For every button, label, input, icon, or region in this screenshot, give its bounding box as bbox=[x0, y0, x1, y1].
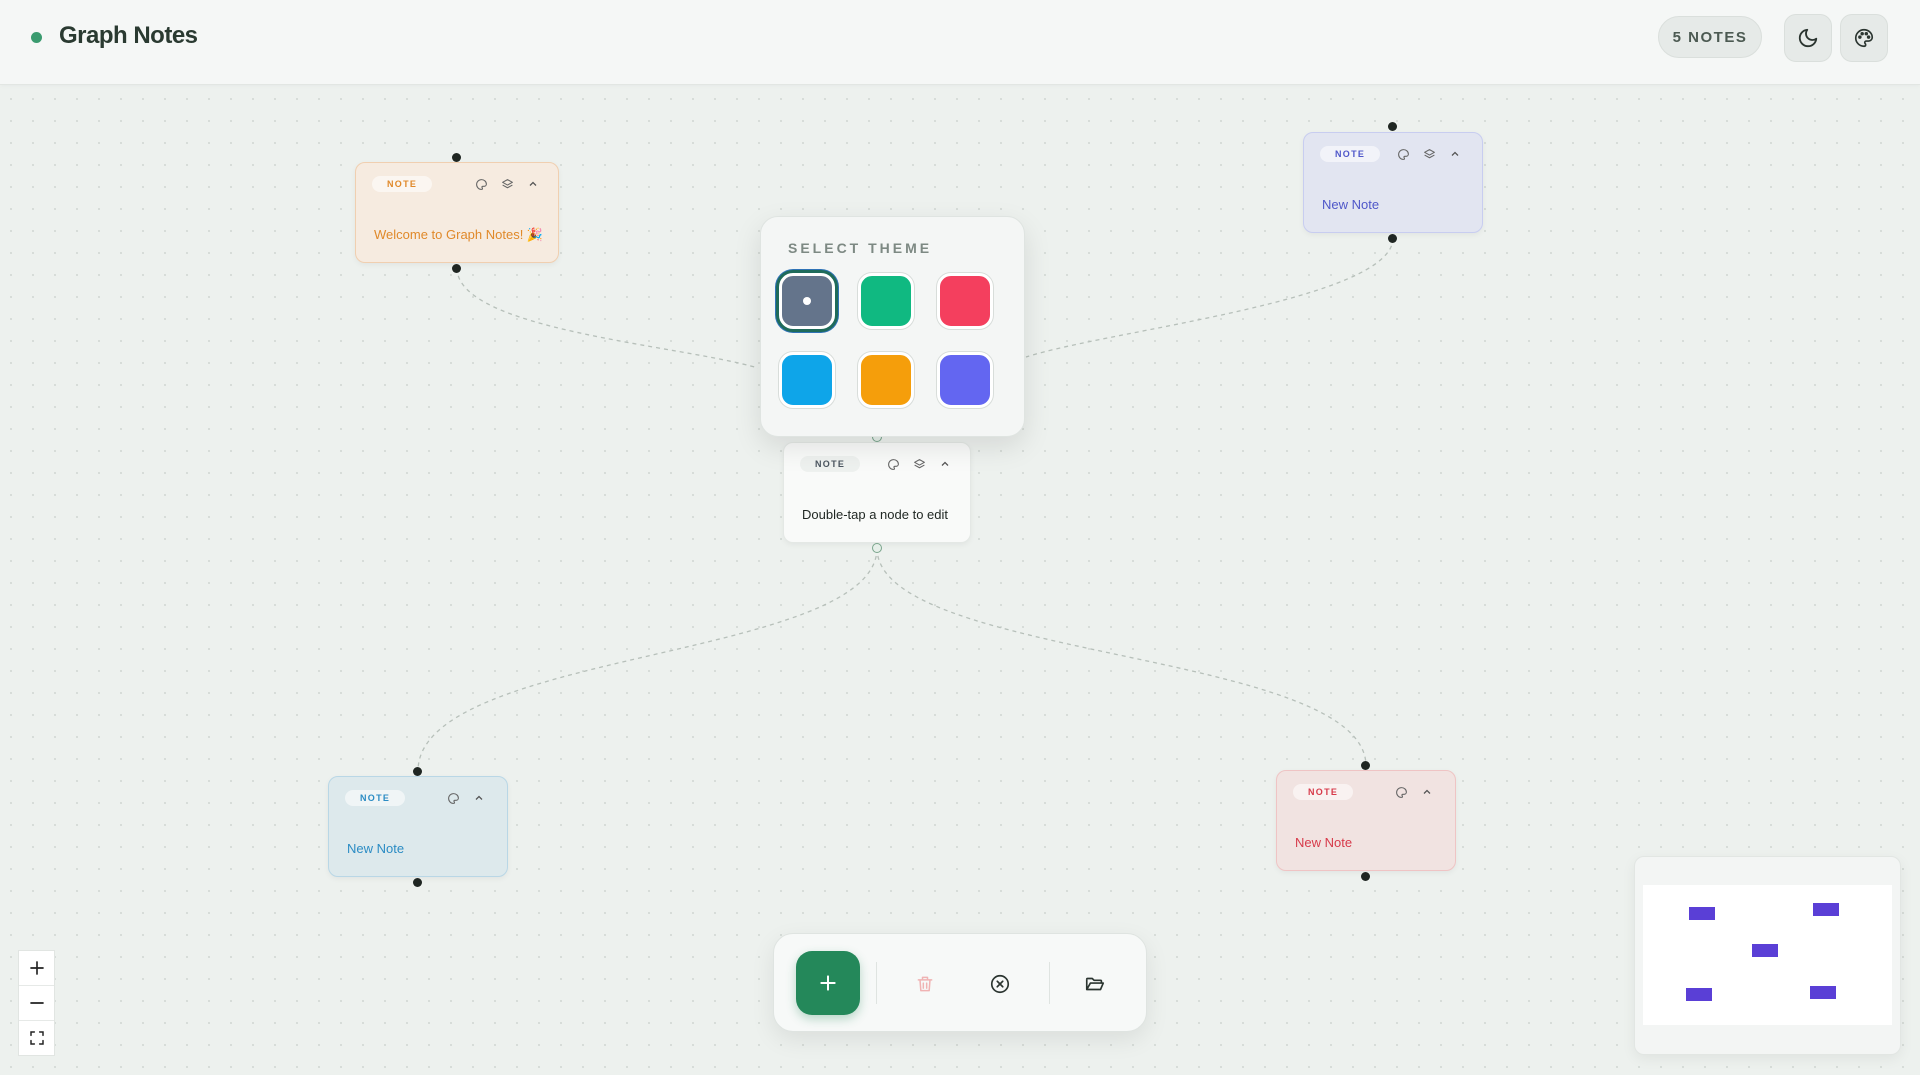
theme-swatch-emerald[interactable] bbox=[858, 273, 914, 329]
theme-picker-popover: SELECT THEME bbox=[760, 216, 1025, 437]
selected-indicator bbox=[803, 297, 811, 305]
chevron-up-icon[interactable] bbox=[525, 176, 541, 192]
bottom-toolbar bbox=[773, 933, 1147, 1032]
zoom-out-button[interactable] bbox=[19, 986, 54, 1021]
minimap-node bbox=[1686, 988, 1712, 1001]
fit-view-button[interactable] bbox=[19, 1021, 54, 1055]
layers-icon[interactable] bbox=[499, 176, 515, 192]
note-badge: NOTE bbox=[800, 456, 861, 472]
minimap-node bbox=[1813, 903, 1839, 916]
theme-swatch-amber[interactable] bbox=[858, 352, 914, 408]
clear-selection-button[interactable] bbox=[982, 966, 1018, 1002]
edge-center-bottomleft bbox=[417, 547, 878, 772]
chevron-up-icon[interactable] bbox=[1419, 784, 1435, 800]
add-note-button[interactable] bbox=[796, 951, 860, 1015]
palette-icon[interactable] bbox=[885, 456, 901, 472]
note-text: New Note bbox=[1322, 197, 1380, 212]
minus-icon bbox=[29, 1002, 44, 1004]
dark-mode-button[interactable] bbox=[1784, 14, 1832, 62]
chevron-up-icon[interactable] bbox=[1447, 146, 1463, 162]
x-circle-icon bbox=[990, 974, 1010, 994]
palette-icon[interactable] bbox=[1393, 784, 1409, 800]
note-text: New Note bbox=[347, 841, 405, 856]
note-badge: NOTE bbox=[1293, 784, 1354, 800]
palette-icon bbox=[1855, 28, 1874, 48]
connection-handle[interactable] bbox=[1388, 234, 1397, 243]
edge-welcome-center bbox=[456, 267, 759, 369]
delete-button[interactable] bbox=[907, 966, 943, 1002]
minimap-node bbox=[1810, 986, 1836, 999]
open-file-button[interactable] bbox=[1077, 966, 1113, 1002]
note-top-right[interactable]: NOTE New Note bbox=[1303, 132, 1483, 233]
connection-handle[interactable] bbox=[1361, 761, 1370, 770]
chevron-up-icon[interactable] bbox=[937, 456, 953, 472]
minimap-node bbox=[1689, 907, 1715, 920]
fit-view-icon bbox=[29, 1031, 44, 1045]
connection-handle[interactable] bbox=[413, 767, 422, 776]
note-text: New Note bbox=[1295, 835, 1353, 850]
zoom-controls bbox=[18, 950, 55, 1056]
layers-icon[interactable] bbox=[1421, 146, 1437, 162]
app-title: Graph Notes bbox=[59, 22, 198, 49]
note-text: Welcome to Graph Notes! 🎉 bbox=[374, 227, 544, 242]
palette-icon[interactable] bbox=[1395, 146, 1411, 162]
plus-icon bbox=[29, 961, 44, 975]
note-badge: NOTE bbox=[1320, 146, 1381, 162]
app-header: Graph Notes 5 NOTES bbox=[0, 0, 1920, 85]
note-bottom-right[interactable]: NOTE New Note bbox=[1276, 770, 1456, 871]
theme-swatch-sky[interactable] bbox=[779, 352, 835, 408]
note-badge: NOTE bbox=[372, 176, 433, 192]
moon-icon bbox=[1798, 28, 1818, 48]
status-dot bbox=[31, 32, 42, 43]
edge-center-bottomright bbox=[876, 547, 1367, 767]
note-bottom-left[interactable]: NOTE New Note bbox=[328, 776, 508, 877]
minimap-node bbox=[1752, 944, 1778, 957]
edge-topright-center bbox=[1025, 237, 1394, 358]
trash-icon bbox=[917, 976, 933, 992]
theme-swatch-slate[interactable] bbox=[779, 273, 835, 329]
chevron-up-icon[interactable] bbox=[471, 790, 487, 806]
minimap[interactable] bbox=[1634, 856, 1901, 1055]
connection-handle[interactable] bbox=[452, 153, 461, 162]
plus-icon bbox=[820, 975, 836, 991]
toolbar-divider bbox=[876, 962, 877, 1004]
theme-picker-title: SELECT THEME bbox=[788, 240, 933, 256]
theme-swatch-indigo[interactable] bbox=[937, 352, 993, 408]
connection-handle[interactable] bbox=[452, 264, 461, 273]
note-welcome[interactable]: NOTE Welcome to Graph Notes! 🎉 bbox=[355, 162, 559, 263]
note-center[interactable]: NOTE Double-tap a node to edit bbox=[783, 442, 971, 543]
note-text: Double-tap a node to edit bbox=[802, 507, 948, 522]
zoom-in-button[interactable] bbox=[19, 951, 54, 986]
theme-swatch-rose[interactable] bbox=[937, 273, 993, 329]
palette-icon[interactable] bbox=[445, 790, 461, 806]
folder-open-icon bbox=[1085, 977, 1105, 991]
connection-handle[interactable] bbox=[413, 878, 422, 887]
toolbar-divider bbox=[1049, 962, 1050, 1004]
note-badge: NOTE bbox=[345, 790, 406, 806]
connection-handle[interactable] bbox=[1388, 122, 1397, 131]
connection-handle[interactable] bbox=[1361, 872, 1370, 881]
notes-count-badge: 5 NOTES bbox=[1658, 16, 1762, 58]
theme-button[interactable] bbox=[1840, 14, 1888, 62]
connection-handle[interactable] bbox=[872, 543, 882, 553]
palette-icon[interactable] bbox=[473, 176, 489, 192]
minimap-viewport[interactable] bbox=[1643, 885, 1892, 1025]
layers-icon[interactable] bbox=[911, 456, 927, 472]
